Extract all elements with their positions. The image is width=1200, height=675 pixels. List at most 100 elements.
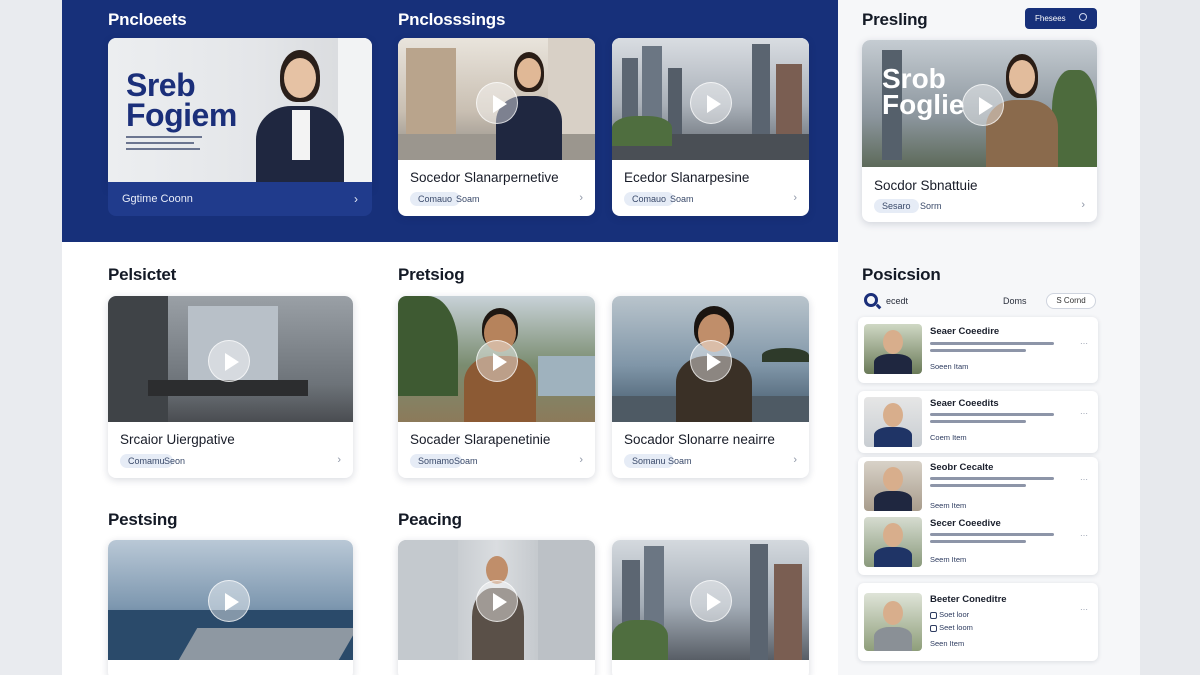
section-title: Pnclosssings: [398, 10, 506, 29]
list-thumbnail: [864, 324, 922, 374]
video-card[interactable]: Ecedor Slanarpesine Comauo Soam ›: [612, 38, 809, 216]
header-action-button[interactable]: Fhesees: [1025, 8, 1097, 29]
document-icon: [930, 624, 937, 632]
chevron-right-icon: ›: [793, 454, 797, 466]
play-icon[interactable]: [690, 340, 732, 382]
play-icon[interactable]: [690, 580, 732, 622]
list-item[interactable]: Seaer Coeedits Coem Item ⋯: [858, 391, 1098, 453]
list-item-title: Seaer Coeedits: [930, 398, 999, 409]
video-meta: Soam: [456, 194, 480, 204]
list-item-meta: Soeen Itam: [930, 362, 969, 371]
more-icon[interactable]: ⋯: [1080, 605, 1088, 614]
category-chip[interactable]: Comauo: [624, 192, 675, 206]
header-action-label: Fhesees: [1035, 14, 1066, 23]
chevron-right-icon: ›: [579, 192, 583, 204]
video-title: Socader Slarapenetinie: [410, 432, 551, 447]
chevron-right-icon: ›: [579, 454, 583, 466]
list-item-title[interactable]: Secer Coeedive: [930, 518, 1001, 529]
left-gutter: [0, 0, 62, 675]
list-item-meta: Seem Item: [930, 555, 967, 564]
play-icon[interactable]: [962, 84, 1004, 126]
category-chip[interactable]: Sesaro: [874, 199, 919, 213]
featured-footer[interactable]: Ggtime Coonn ›: [108, 182, 372, 216]
list-item-group: Seobr Cecalte Seem Item ⋯ Secer Coeedive…: [858, 457, 1098, 575]
more-icon[interactable]: ⋯: [1080, 339, 1088, 348]
play-icon[interactable]: [208, 580, 250, 622]
list-item-meta: Seen Item: [930, 639, 965, 648]
side-section-title: Posicsion: [862, 265, 941, 284]
featured-headline: Sreb Fogiem: [126, 67, 237, 133]
video-meta: Sorm: [920, 201, 942, 211]
list-item[interactable]: Seaer Coeedire Soeen Itam ⋯: [858, 317, 1098, 383]
video-card[interactable]: [108, 540, 353, 675]
video-thumbnail: [612, 296, 809, 422]
featured-subtext: [126, 134, 206, 150]
chevron-right-icon: ›: [1081, 199, 1085, 211]
play-icon[interactable]: [476, 340, 518, 382]
play-icon[interactable]: [476, 580, 518, 622]
list-item-title: Beeter Coneditre: [930, 594, 1007, 605]
list-item-title: Seaer Coeedire: [930, 326, 1000, 337]
video-thumbnail: Srob Foglie: [862, 40, 1097, 167]
search-label[interactable]: ecedt: [886, 296, 908, 306]
video-card[interactable]: Socedor Slanarpernetive Comauo Soam ›: [398, 38, 595, 216]
list-thumbnail: [864, 593, 922, 651]
search-icon[interactable]: [864, 293, 878, 307]
video-card[interactable]: [612, 540, 809, 675]
video-card[interactable]: Socader Slarapenetinie Somamo Soam ›: [398, 296, 595, 478]
more-icon[interactable]: ⋯: [1080, 531, 1088, 540]
video-title: Socedor Slanarpernetive: [410, 170, 559, 185]
video-thumbnail: [398, 38, 595, 160]
video-card[interactable]: Socador Slonarre neairre Somanu Soam ›: [612, 296, 809, 478]
search-icon: [1079, 13, 1087, 21]
video-meta: Soam: [668, 456, 692, 466]
video-card[interactable]: Srcaior Uiergpative Comamu Seon ›: [108, 296, 353, 478]
play-icon[interactable]: [476, 82, 518, 124]
category-chip[interactable]: Comauo: [410, 192, 461, 206]
play-icon[interactable]: [690, 82, 732, 124]
side-featured-headline: Srob Foglie: [882, 63, 965, 120]
play-icon[interactable]: [208, 340, 250, 382]
chevron-right-icon: ›: [793, 192, 797, 204]
video-meta: Seon: [164, 456, 186, 466]
featured-video-card[interactable]: Sreb Fogiem: [108, 38, 372, 188]
video-title: Socador Slonarre neairre: [624, 432, 775, 447]
video-title: Ecedor Slanarpesine: [624, 170, 750, 185]
list-thumbnail: [864, 397, 922, 447]
section-title: Peacing: [398, 510, 462, 529]
video-thumbnail: [612, 540, 809, 660]
sort-dropdown[interactable]: Doms: [1003, 296, 1027, 306]
section-title: Presling: [862, 10, 928, 29]
more-icon[interactable]: ⋯: [1080, 409, 1088, 418]
list-item-sub: Seet loom: [930, 623, 973, 632]
video-thumbnail: [398, 296, 595, 422]
featured-footer-label: Ggtime Coonn: [122, 193, 193, 205]
category-chip[interactable]: Somanu: [624, 454, 674, 468]
video-meta: Soam: [454, 456, 478, 466]
chevron-right-icon: ›: [337, 454, 341, 466]
video-thumbnail: [612, 38, 809, 160]
presenter-image: [248, 50, 348, 188]
more-icon[interactable]: ⋯: [1080, 475, 1088, 484]
section-title: Pretsiog: [398, 265, 465, 284]
list-item-meta: Coem Item: [930, 433, 967, 442]
list-item-meta: Seem Item: [930, 501, 967, 510]
video-thumbnail: [398, 540, 595, 660]
list-item-title[interactable]: Seobr Cecalte: [930, 462, 993, 473]
section-title: Pncloeets: [108, 10, 187, 29]
filter-pill[interactable]: S Cornd: [1046, 293, 1096, 309]
document-icon: [930, 611, 937, 619]
video-meta: Soam: [670, 194, 694, 204]
side-featured-card[interactable]: Srob Foglie Socdor Sbnattuie Sesaro Sorm…: [862, 40, 1097, 222]
list-thumbnail: [864, 461, 922, 511]
chevron-right-icon: ›: [354, 192, 358, 206]
video-thumbnail: [108, 540, 353, 660]
section-title: Pelsictet: [108, 265, 177, 284]
video-thumbnail: [108, 296, 353, 422]
list-thumbnail: [864, 517, 922, 567]
section-title: Pestsing: [108, 510, 178, 529]
right-gutter: [1140, 0, 1200, 675]
video-title: Socdor Sbnattuie: [874, 178, 978, 193]
list-item[interactable]: Beeter Coneditre Soet loor Seet loom See…: [858, 583, 1098, 661]
video-card[interactable]: [398, 540, 595, 675]
